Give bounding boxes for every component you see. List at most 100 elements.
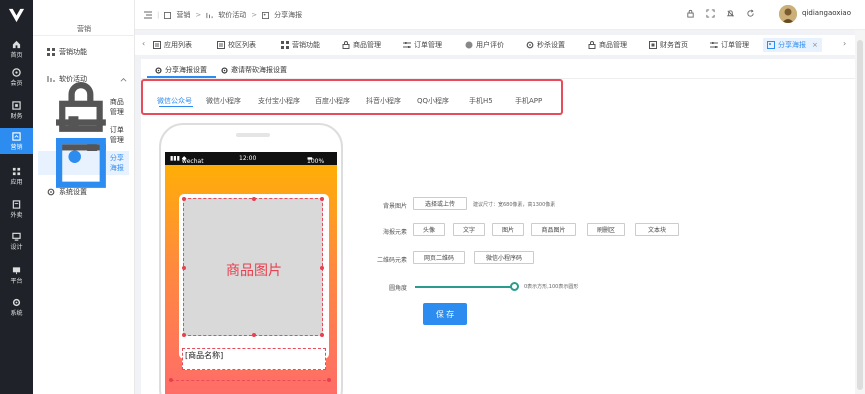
avatar[interactable]: [779, 5, 797, 23]
tab-share-poster[interactable]: 分享海报 ×: [763, 38, 822, 52]
gear-icon: [155, 66, 162, 74]
tab-campus-list[interactable]: 校区列表: [217, 38, 256, 52]
rail-item-design[interactable]: 设计: [0, 228, 33, 254]
sidebar-item-share-poster[interactable]: 分享海报: [38, 138, 129, 188]
resize-handle[interactable]: [182, 197, 186, 201]
tab-order-management[interactable]: 订单管理: [403, 38, 442, 52]
corner-radius-slider-track[interactable]: [415, 286, 515, 288]
add-avatar-element-button[interactable]: 头像: [413, 223, 445, 236]
platform-active-indicator: [159, 106, 193, 107]
close-icon[interactable]: ×: [812, 41, 818, 49]
refresh-icon[interactable]: [746, 9, 755, 18]
chevron-up-icon: [120, 77, 127, 82]
phone-preview: ▮▮▮ wechat ◆ 12:00 100% ▬ 商品图片 [商品名称]: [159, 123, 343, 394]
bell-icon[interactable]: [726, 9, 735, 18]
design-icon: [12, 232, 21, 241]
delivery-icon: [12, 200, 21, 209]
clock: 12:00: [239, 155, 257, 162]
resize-handle[interactable]: [320, 266, 324, 270]
rail-item-platform[interactable]: 平台: [0, 262, 33, 288]
product-image-element[interactable]: 商品图片: [182, 197, 324, 337]
bargain-icon: [47, 76, 55, 82]
grid-icon: [47, 48, 55, 56]
rail-item-system[interactable]: 系统: [0, 294, 33, 320]
breadcrumb-item[interactable]: 营销: [176, 10, 190, 20]
resize-handle[interactable]: [327, 378, 331, 382]
scrollbar-thumb[interactable]: [857, 40, 863, 390]
resize-handle[interactable]: [252, 197, 256, 201]
rail-item-finance[interactable]: 财务: [0, 97, 33, 123]
lock-icon: [342, 41, 350, 49]
page-scrollbar[interactable]: [855, 30, 865, 394]
platform-tab-douyin-miniprogram[interactable]: 抖音小程序: [366, 96, 401, 106]
platform-tab-wechat-miniprogram[interactable]: 微信小程序: [206, 96, 241, 106]
corner-radius-slider-handle[interactable]: [510, 282, 519, 291]
sidebar-item-marketing-features[interactable]: 营销功能: [47, 47, 87, 57]
resize-handle[interactable]: [320, 333, 324, 337]
page-tabs: ‹ 应用列表 校区列表 营销功能 商品管理 订单管理 用户评价 秒杀设置 商品管…: [135, 35, 865, 55]
add-image-element-button[interactable]: 图片: [492, 223, 524, 236]
add-web-qrcode-button[interactable]: 网页二维码: [413, 251, 465, 264]
sidebar-item-system-settings[interactable]: 系统设置: [47, 187, 87, 197]
guide-line: [171, 380, 331, 381]
tab-product-management-2[interactable]: 商品管理: [588, 38, 627, 52]
poster-canvas: ▮▮▮ wechat ◆ 12:00 100% ▬ 商品图片 [商品名称]: [165, 152, 337, 394]
home-icon: [12, 40, 21, 49]
main-nav-rail: 首页 会员 财务 营销 应用 外卖 设计 平台 系统: [0, 0, 33, 394]
platform-tab-mobile-app[interactable]: 手机APP: [515, 96, 542, 106]
tab-product-management[interactable]: 商品管理: [342, 38, 381, 52]
qr-elements-label: 二维码元素: [376, 257, 407, 264]
breadcrumb-item: 分享海报: [274, 11, 303, 19]
platform-tab-baidu-miniprogram[interactable]: 百度小程序: [315, 96, 350, 106]
tabs-scroll-left-icon[interactable]: ‹: [142, 39, 145, 48]
bargain-icon: [206, 12, 213, 18]
save-button[interactable]: 保 存: [423, 303, 467, 325]
add-delete-area-button[interactable]: 刷删区: [587, 223, 625, 236]
add-text-block-button[interactable]: 文本块: [635, 223, 679, 236]
secondary-sidebar: 营销 营销功能 软价活动 商品管理 订单管理 分享海报 系统设置: [33, 0, 135, 394]
resize-handle[interactable]: [182, 333, 186, 337]
grid-icon: [281, 41, 289, 49]
username[interactable]: qidiangaoxiao: [802, 9, 851, 17]
breadcrumb-item[interactable]: 软价活动: [218, 10, 246, 20]
apps-icon: [12, 167, 21, 176]
add-miniprogram-code-button[interactable]: 微信小程序码: [474, 251, 534, 264]
fullscreen-icon[interactable]: [706, 9, 715, 18]
add-text-element-button[interactable]: 文字: [453, 223, 485, 236]
resize-handle[interactable]: [182, 266, 186, 270]
rail-item-home[interactable]: 首页: [0, 36, 33, 62]
lock-icon[interactable]: [686, 9, 695, 18]
gear-icon: [47, 188, 55, 196]
finance-icon: [12, 101, 21, 110]
subtab-invite-bargain-poster-settings[interactable]: 邀请帮砍海报设置: [221, 65, 287, 75]
background-image-label: 背景图片: [382, 203, 407, 210]
rail-item-member[interactable]: 会员: [0, 64, 33, 90]
list-icon: [153, 41, 161, 49]
resize-handle[interactable]: [169, 378, 173, 382]
tab-app-list[interactable]: 应用列表: [153, 38, 192, 52]
upload-background-button[interactable]: 选择或上传: [413, 197, 467, 210]
top-header: | 营销 > 软价活动 > 分享海报 qidiangaoxiao: [135, 0, 865, 30]
header-actions: [686, 9, 755, 18]
rail-item-apps[interactable]: 应用: [0, 163, 33, 189]
product-name-element[interactable]: [商品名称]: [182, 348, 326, 370]
resize-handle[interactable]: [252, 333, 256, 337]
platform-tab-qq-miniprogram[interactable]: QQ小程序: [417, 96, 449, 106]
platform-tab-alipay-miniprogram[interactable]: 支付宝小程序: [258, 96, 300, 106]
platform-tab-mobile-h5[interactable]: 手机H5: [469, 96, 493, 106]
rail-item-delivery[interactable]: 外卖: [0, 196, 33, 222]
tab-user-reviews[interactable]: 用户评价: [465, 38, 504, 52]
tab-marketing-features[interactable]: 营销功能: [281, 38, 320, 52]
platform-tab-wechat-official[interactable]: 微信公众号: [157, 96, 192, 106]
menu-toggle-icon[interactable]: [144, 11, 152, 19]
add-product-image-button[interactable]: 商品图片: [531, 223, 576, 236]
subtab-share-poster-settings[interactable]: 分享海报设置: [155, 65, 207, 75]
resize-handle[interactable]: [320, 197, 324, 201]
finance-icon: [649, 41, 657, 49]
tab-flash-sale-settings[interactable]: 秒杀设置: [526, 38, 565, 52]
tab-finance-home[interactable]: 财务首页: [649, 38, 688, 52]
tab-order-management-2[interactable]: 订单管理: [710, 38, 749, 52]
rail-item-marketing[interactable]: 营销: [0, 128, 33, 154]
tabs-scroll-right-icon[interactable]: ›: [843, 39, 846, 48]
chat-icon: [465, 41, 473, 49]
